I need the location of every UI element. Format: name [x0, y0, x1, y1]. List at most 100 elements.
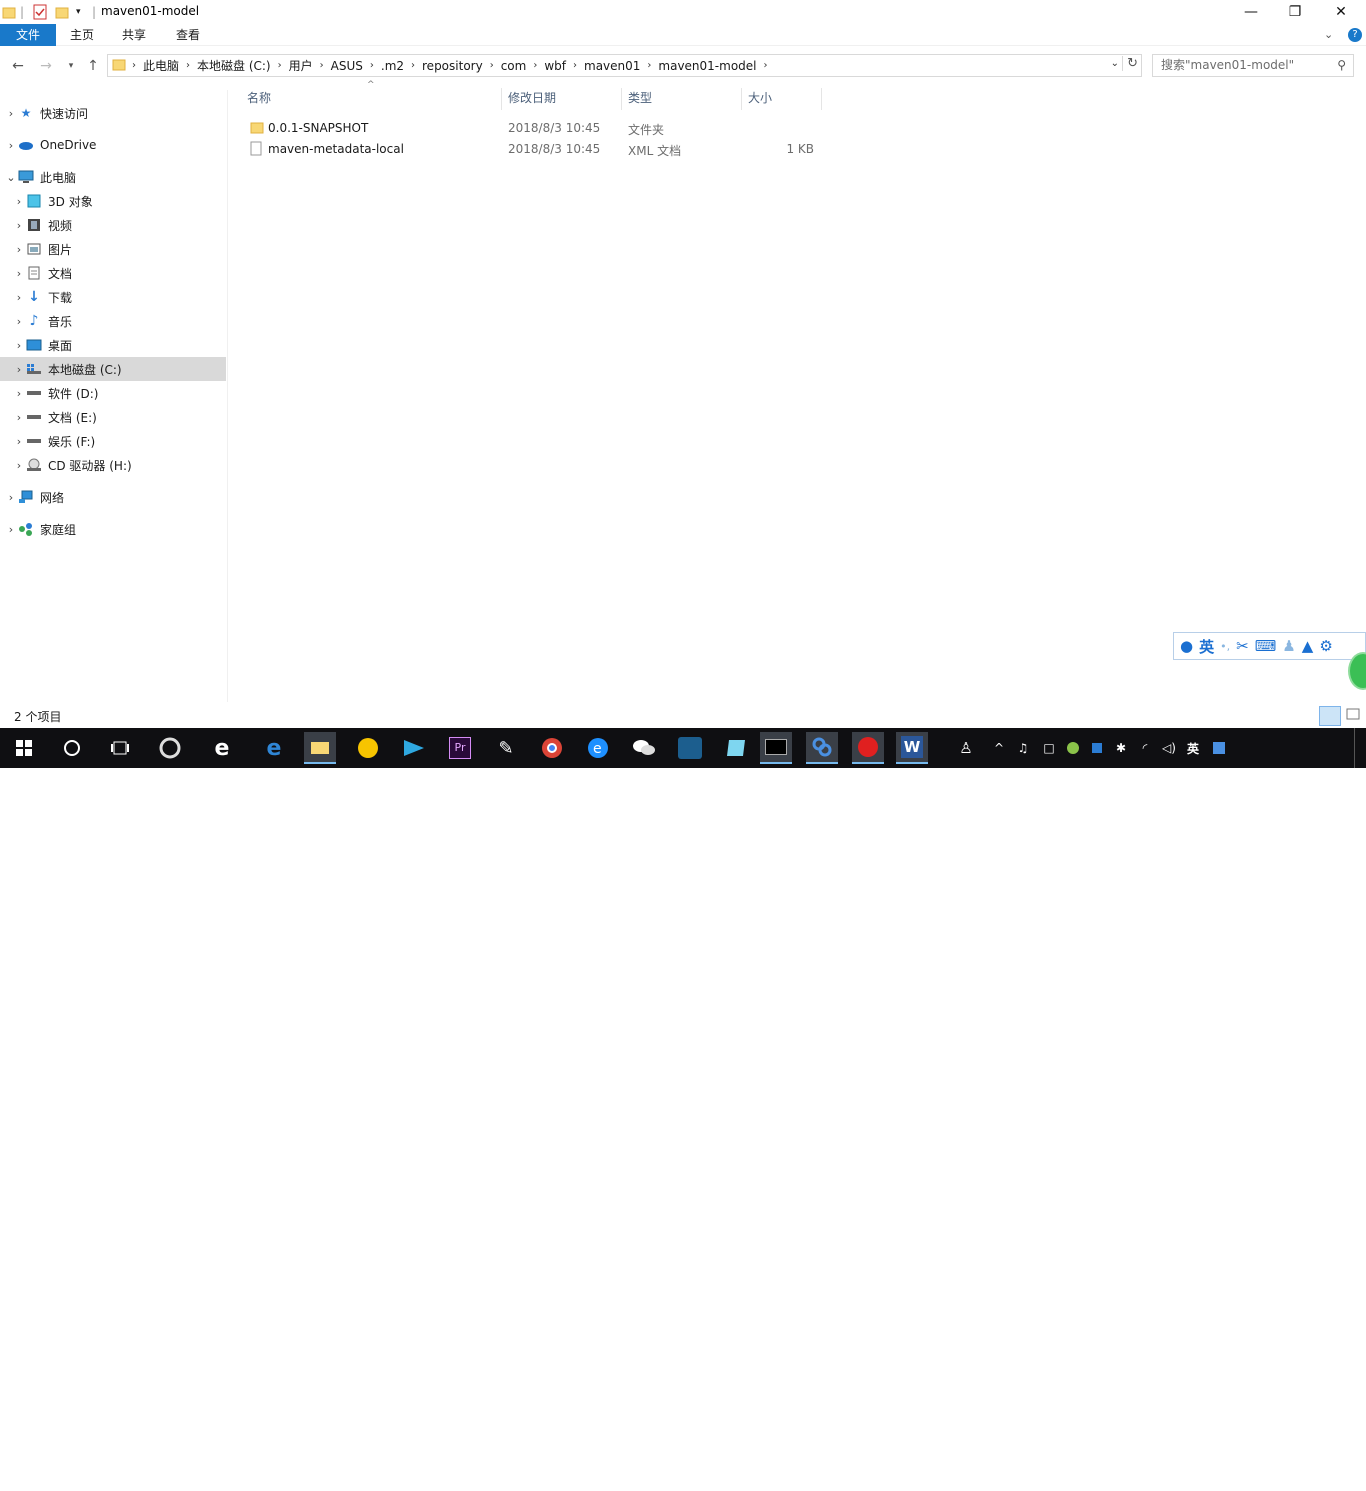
breadcrumb-com[interactable]: com: [496, 59, 532, 73]
wechat-icon[interactable]: [628, 732, 660, 764]
large-icons-view-icon[interactable]: [1345, 706, 1363, 726]
chevron-right-icon[interactable]: ›: [409, 60, 417, 71]
wifi-icon[interactable]: ◜: [1134, 732, 1156, 764]
recent-locations-icon[interactable]: ▾: [64, 54, 78, 78]
breadcrumb-this-pc[interactable]: 此电脑: [138, 57, 184, 74]
breadcrumb-maven01-model[interactable]: maven01-model: [653, 59, 761, 73]
volume-icon[interactable]: ◁): [1158, 732, 1180, 764]
nav-homegroup[interactable]: › 家庭组: [0, 517, 226, 541]
properties-icon[interactable]: [32, 3, 48, 21]
chevron-right-icon[interactable]: ›: [12, 243, 26, 256]
column-date-modified[interactable]: 修改日期: [502, 88, 622, 110]
baidu-netdisk-icon[interactable]: [806, 732, 838, 764]
ie-blue-icon[interactable]: e: [582, 732, 614, 764]
nav-drive-f[interactable]: › 娱乐 (F:): [0, 429, 226, 453]
nav-desktop[interactable]: › 桌面: [0, 333, 226, 357]
file-row[interactable]: maven-metadata-local 2018/8/3 10:45 XML …: [244, 139, 820, 160]
video-app-icon[interactable]: [398, 732, 430, 764]
refresh-icon[interactable]: ↻: [1122, 56, 1138, 71]
skin-icon[interactable]: ▲: [1302, 637, 1314, 655]
back-arrow-icon[interactable]: ←: [8, 54, 28, 78]
chevron-right-icon[interactable]: ›: [12, 459, 26, 472]
nav-drive-d[interactable]: › 软件 (D:): [0, 381, 226, 405]
chevron-right-icon[interactable]: ›: [12, 219, 26, 232]
pinwheel-app-icon[interactable]: [154, 732, 186, 764]
user-icon[interactable]: ●: [1180, 637, 1193, 655]
nav-drive-e[interactable]: › 文档 (E:): [0, 405, 226, 429]
tab-share[interactable]: 共享: [112, 24, 156, 46]
people-icon[interactable]: ♙: [950, 732, 982, 764]
scissors-icon[interactable]: ✂: [1236, 637, 1249, 655]
close-button[interactable]: ✕: [1318, 0, 1364, 24]
minimize-button[interactable]: —: [1228, 0, 1274, 24]
nav-cd-drive-h[interactable]: › CD 驱动器 (H:): [0, 453, 226, 477]
internet-explorer-icon[interactable]: e: [206, 732, 238, 764]
chevron-right-icon[interactable]: ›: [318, 60, 326, 71]
notes-app-icon[interactable]: [720, 732, 752, 764]
edge-browser-icon[interactable]: e: [258, 732, 290, 764]
up-arrow-icon[interactable]: ↑: [84, 54, 102, 78]
tray-user-icon[interactable]: [1208, 732, 1230, 764]
chevron-right-icon[interactable]: ›: [184, 60, 192, 71]
breadcrumb-users[interactable]: 用户: [284, 57, 318, 74]
new-folder-icon[interactable]: [55, 3, 69, 21]
chevron-down-icon[interactable]: ⌄: [4, 171, 18, 184]
chevron-right-icon[interactable]: ›: [4, 139, 18, 152]
chevron-right-icon[interactable]: ›: [12, 195, 26, 208]
tray-app-icon[interactable]: □: [1038, 732, 1060, 764]
task-view-icon[interactable]: [104, 732, 136, 764]
file-row[interactable]: 0.0.1-SNAPSHOT 2018/8/3 10:45 文件夹: [244, 118, 820, 139]
column-size[interactable]: 大小: [742, 88, 822, 110]
chevron-right-icon[interactable]: ›: [571, 60, 579, 71]
chevron-right-icon[interactable]: ›: [12, 315, 26, 328]
word-icon[interactable]: W: [896, 732, 928, 764]
chevron-right-icon[interactable]: ›: [4, 523, 18, 536]
chevron-right-icon[interactable]: ›: [12, 267, 26, 280]
search-cortana-icon[interactable]: [56, 732, 88, 764]
search-icon[interactable]: ⚲: [1337, 55, 1346, 76]
chevron-right-icon[interactable]: ›: [4, 107, 18, 120]
chevron-right-icon[interactable]: ›: [12, 363, 26, 376]
media-player-icon[interactable]: [352, 732, 384, 764]
nav-documents[interactable]: › 文档: [0, 261, 226, 285]
chevron-right-icon[interactable]: ›: [488, 60, 496, 71]
ime-language-toggle[interactable]: 英: [1199, 636, 1214, 657]
keyboard-icon[interactable]: ⌨: [1255, 637, 1277, 655]
nav-onedrive[interactable]: › OneDrive: [0, 133, 226, 157]
command-prompt-icon[interactable]: [760, 732, 792, 764]
person-icon[interactable]: ♟: [1282, 637, 1295, 655]
chevron-right-icon[interactable]: ›: [645, 60, 653, 71]
taskbar-clock[interactable]: 15:07 2018/8/3: [1246, 1459, 1306, 1491]
nav-downloads[interactable]: › ↓ 下载: [0, 285, 226, 309]
show-desktop-button[interactable]: [1354, 728, 1366, 768]
breadcrumb-local-disk[interactable]: 本地磁盘 (C:): [192, 57, 276, 74]
floating-badge-icon[interactable]: [1348, 652, 1366, 690]
punctuation-icon[interactable]: •,: [1220, 640, 1230, 653]
chevron-right-icon[interactable]: ›: [12, 291, 26, 304]
tray-star-icon[interactable]: ✱: [1110, 732, 1132, 764]
restore-button[interactable]: ❐: [1272, 0, 1318, 24]
tab-view[interactable]: 查看: [166, 24, 210, 46]
nav-3d-objects[interactable]: › 3D 对象: [0, 189, 226, 213]
nav-quick-access[interactable]: › ★ 快速访问: [0, 101, 226, 125]
notification-bell-icon[interactable]: ♫: [1012, 732, 1034, 764]
nav-network[interactable]: › 网络: [0, 485, 226, 509]
nav-local-disk-c[interactable]: › 本地磁盘 (C:): [0, 357, 226, 381]
settings-gear-icon[interactable]: ⚙: [1319, 637, 1332, 655]
tab-file[interactable]: 文件: [0, 24, 56, 46]
breadcrumb-maven01[interactable]: maven01: [579, 59, 645, 73]
forward-arrow-icon[interactable]: →: [36, 54, 56, 78]
help-icon[interactable]: ?: [1348, 28, 1362, 42]
tab-home[interactable]: 主页: [60, 24, 104, 46]
tray-shield-icon[interactable]: [1086, 732, 1108, 764]
expand-ribbon-icon[interactable]: ⌄: [1324, 28, 1333, 41]
chevron-right-icon[interactable]: ›: [531, 60, 539, 71]
chevron-right-icon[interactable]: ›: [12, 339, 26, 352]
details-view-icon[interactable]: [1319, 706, 1341, 726]
quick-access-dropdown-icon[interactable]: ▾: [76, 3, 81, 21]
nav-videos[interactable]: › 视频: [0, 213, 226, 237]
breadcrumb-repository[interactable]: repository: [417, 59, 488, 73]
chevron-right-icon[interactable]: ›: [762, 60, 770, 71]
show-hidden-icons-icon[interactable]: ^: [988, 732, 1010, 764]
chrome-icon[interactable]: [536, 732, 568, 764]
